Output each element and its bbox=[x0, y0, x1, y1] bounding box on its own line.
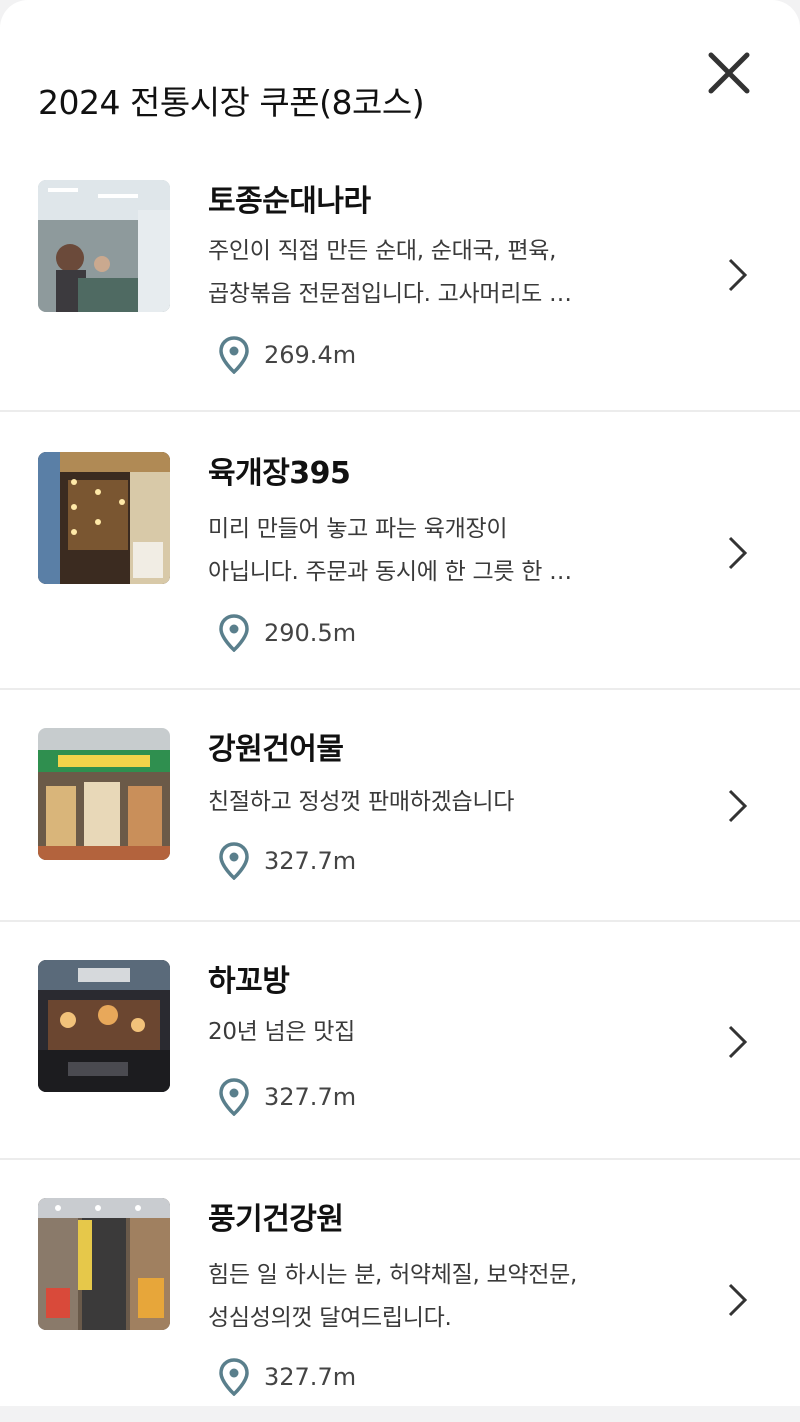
chevron-right-icon bbox=[728, 789, 748, 823]
store-description: 20년 넘은 맛집 bbox=[208, 1011, 628, 1054]
chevron-right-icon bbox=[728, 1283, 748, 1317]
distance-text: 327.7m bbox=[264, 1083, 357, 1111]
store-thumbnail bbox=[38, 728, 170, 860]
description-line: 주인이 직접 만든 순대, 순대국, 편육, bbox=[208, 238, 557, 264]
store-description: 힘든 일 하시는 분, 허약체질, 보약전문, 성심성의껏 달여드립니다. bbox=[208, 1254, 628, 1340]
chevron-right-icon bbox=[728, 258, 748, 292]
distance-text: 290.5m bbox=[264, 619, 357, 647]
distance-row: 327.7m bbox=[218, 1078, 356, 1116]
distance-text: 327.7m bbox=[264, 1363, 357, 1391]
location-pin-icon bbox=[219, 1078, 249, 1116]
description-line: 힘든 일 하시는 분, 허약체질, 보약전문, bbox=[208, 1262, 577, 1288]
store-item[interactable]: 풍기건강원 힘든 일 하시는 분, 허약체질, 보약전문, 성심성의껏 달여드립… bbox=[0, 1160, 800, 1406]
location-pin-icon bbox=[219, 614, 249, 652]
distance-row: 327.7m bbox=[218, 1358, 356, 1396]
distance-row: 269.4m bbox=[218, 336, 356, 374]
store-name: 육개장395 bbox=[208, 456, 351, 491]
distance-row: 290.5m bbox=[218, 614, 356, 652]
chevron-right-icon bbox=[728, 536, 748, 570]
store-description: 미리 만들어 놓고 파는 육개장이 아닙니다. 주문과 동시에 한 그릇 한 … bbox=[208, 508, 628, 594]
coupon-sheet: 2024 전통시장 쿠폰(8코스) 토종순대나라 주인이 직접 만든 순대, 순… bbox=[0, 0, 800, 1406]
location-pin-icon bbox=[219, 1358, 249, 1396]
close-icon bbox=[708, 52, 750, 94]
store-item[interactable]: 하꼬방 20년 넘은 맛집 327.7m bbox=[0, 922, 800, 1160]
store-item[interactable]: 토종순대나라 주인이 직접 만든 순대, 순대국, 편육, 곱창볶음 전문점입니… bbox=[0, 140, 800, 412]
location-pin-icon bbox=[219, 336, 249, 374]
description-line: 20년 넘은 맛집 bbox=[208, 1019, 355, 1045]
store-thumbnail bbox=[38, 960, 170, 1092]
store-description: 친절하고 정성껏 판매하겠습니다 bbox=[208, 781, 628, 824]
store-name: 토종순대나라 bbox=[208, 184, 371, 219]
description-line: 성심성의껏 달여드립니다. bbox=[208, 1305, 452, 1331]
page-title: 2024 전통시장 쿠폰(8코스) bbox=[38, 83, 425, 122]
location-pin-icon bbox=[219, 842, 249, 880]
store-thumbnail bbox=[38, 452, 170, 584]
description-line: 곱창볶음 전문점입니다. 고사머리도 … bbox=[208, 281, 572, 307]
store-name: 하꼬방 bbox=[208, 964, 290, 999]
description-line: 아닙니다. 주문과 동시에 한 그릇 한 … bbox=[208, 559, 572, 585]
store-item[interactable]: 강원건어물 친절하고 정성껏 판매하겠습니다 327.7m bbox=[0, 690, 800, 922]
store-name: 풍기건강원 bbox=[208, 1202, 344, 1237]
description-line: 친절하고 정성껏 판매하겠습니다 bbox=[208, 789, 515, 815]
store-thumbnail bbox=[38, 1198, 170, 1330]
store-description: 주인이 직접 만든 순대, 순대국, 편육, 곱창볶음 전문점입니다. 고사머리… bbox=[208, 230, 628, 316]
distance-row: 327.7m bbox=[218, 842, 356, 880]
store-thumbnail bbox=[38, 180, 170, 312]
store-name: 강원건어물 bbox=[208, 732, 344, 767]
distance-text: 269.4m bbox=[264, 341, 357, 369]
description-line: 미리 만들어 놓고 파는 육개장이 bbox=[208, 516, 508, 542]
store-list: 토종순대나라 주인이 직접 만든 순대, 순대국, 편육, 곱창볶음 전문점입니… bbox=[0, 140, 800, 1406]
close-button[interactable] bbox=[700, 44, 758, 102]
distance-text: 327.7m bbox=[264, 847, 357, 875]
chevron-right-icon bbox=[728, 1025, 748, 1059]
store-item[interactable]: 육개장395 미리 만들어 놓고 파는 육개장이 아닙니다. 주문과 동시에 한… bbox=[0, 412, 800, 690]
